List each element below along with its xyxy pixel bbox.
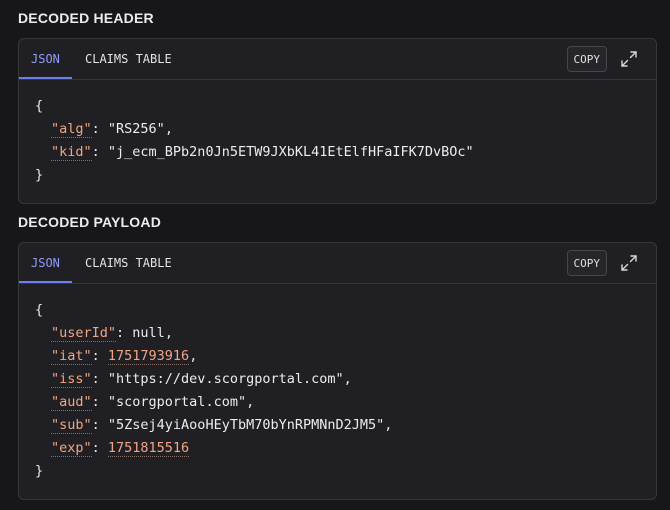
json-field-aud: "aud": "scorgportal.com", [51,394,255,411]
json-field-iat: "iat": 1751793916, [51,348,198,365]
header-json-viewer: { "alg": "RS256", "kid": "j_ecm_BPb2n0Jn… [19,80,656,187]
decoded-payload-title: DECODED PAYLOAD [18,214,162,230]
json-field-kid: "kid": "j_ecm_BPb2n0Jn5ETW9JXbKL41EtElfH… [51,144,474,161]
json-value: "5Zsej4yiAooHEyTbM70bYnRPMNnD2JM5" [107,417,385,433]
json-field-sub: "sub": "5Zsej4yiAooHEyTbM70bYnRPMNnD2JM5… [51,417,393,434]
expand-arrows-icon [621,255,637,271]
json-value: "RS256" [107,121,165,137]
json-field-iss: "iss": "https://dev.scorgportal.com", [51,371,352,388]
json-key: "kid" [51,144,92,161]
json-key: "exp" [51,440,92,457]
json-value: "scorgportal.com" [107,394,247,410]
payload-copy-button[interactable]: COPY [566,250,607,276]
header-copy-button[interactable]: COPY [566,46,607,72]
json-close-brace: } [35,167,44,183]
json-key: "alg" [51,121,92,138]
json-key: "userId" [51,325,117,342]
json-key: "iss" [51,371,92,388]
json-value: 1751793916 [107,348,190,365]
payload-tab-json[interactable]: JSON [19,243,72,283]
payload-json-viewer: { "userId": null, "iat": 1751793916, "is… [19,284,656,483]
json-close-brace: } [35,463,44,479]
decoded-header-title: DECODED HEADER [18,10,154,26]
json-field-exp: "exp": 1751815516 [51,440,190,457]
json-value: 1751815516 [107,440,190,457]
payload-tab-claims-table[interactable]: CLAIMS TABLE [85,243,172,282]
json-value: "j_ecm_BPb2n0Jn5ETW9JXbKL41EtElfHFaIFK7D… [107,144,474,160]
expand-arrows-icon [621,51,637,67]
decoded-payload-panel: JSON CLAIMS TABLE COPY { "userId": null,… [18,242,657,500]
json-open-brace: { [35,302,44,318]
header-tab-json[interactable]: JSON [19,39,72,79]
json-key: "aud" [51,394,92,411]
header-tab-claims-table[interactable]: CLAIMS TABLE [85,39,172,78]
json-open-brace: { [35,98,44,114]
json-key: "iat" [51,348,92,365]
json-field-alg: "alg": "RS256", [51,121,173,138]
payload-expand-button[interactable] [618,252,640,274]
header-expand-button[interactable] [618,48,640,70]
json-value: "https://dev.scorgportal.com" [107,371,344,387]
json-field-userId: "userId": null, [51,325,173,342]
json-key: "sub" [51,417,92,434]
json-value: null [132,325,165,341]
header-tabbar: JSON CLAIMS TABLE COPY [19,39,656,80]
payload-tabbar: JSON CLAIMS TABLE COPY [19,243,656,284]
decoded-header-panel: JSON CLAIMS TABLE COPY { "alg": "RS256",… [18,38,657,204]
